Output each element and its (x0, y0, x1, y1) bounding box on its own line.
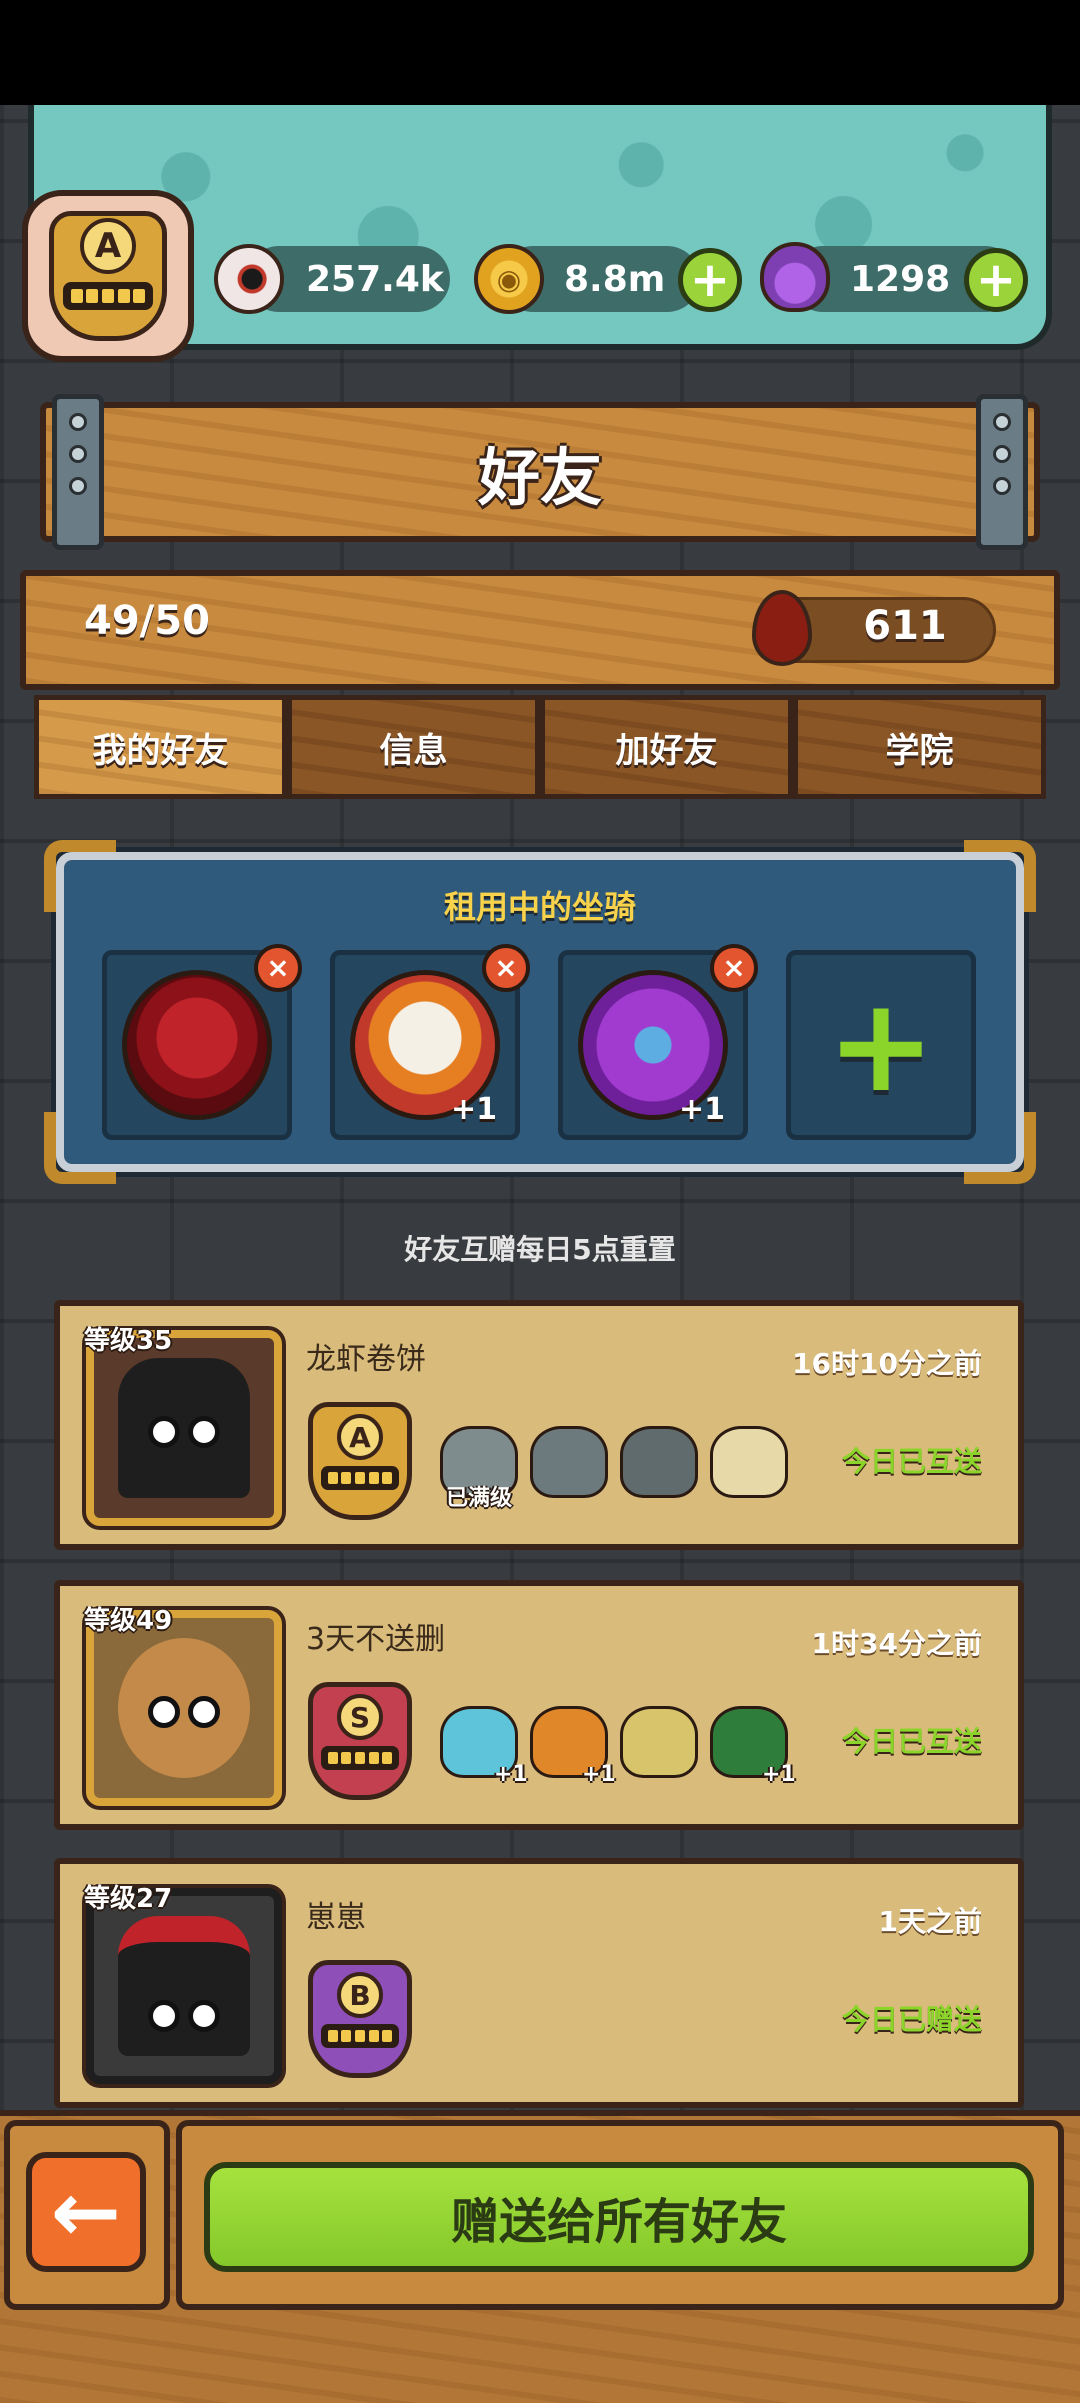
mount-level-bonus: +1 (450, 1092, 497, 1127)
friend-card[interactable]: 等级49 3天不送删 1时34分之前 S +1 +1 +1 今日已互送 (54, 1580, 1024, 1830)
page-title: 好友 (477, 441, 602, 514)
daily-reset-note: 好友互赠每日5点重置 (404, 1233, 676, 1266)
gift-all-friends-button[interactable]: 赠送给所有好友 (204, 2162, 1034, 2272)
mount-level-bonus: +1 (678, 1092, 725, 1127)
friend-tabs: 我的好友 信息 加好友 学院 (34, 695, 1046, 799)
add-potions-button[interactable]: + (964, 248, 1028, 312)
friend-last-online: 1时34分之前 (811, 1627, 982, 1660)
rose-mount-icon (122, 970, 272, 1120)
add-rented-mount-slot[interactable]: + (786, 950, 976, 1140)
friend-rank-badge: B (308, 1960, 412, 2078)
friend-rank-letter: S (337, 1694, 383, 1740)
tab-academy[interactable]: 学院 (793, 695, 1046, 799)
rank-badge: A (49, 211, 167, 341)
friend-rank-letter: A (337, 1414, 383, 1460)
friend-count: 49/50 (84, 598, 210, 644)
rank-letter: A (80, 218, 136, 274)
remove-mount-2-button[interactable]: × (482, 944, 530, 992)
title-plank: 好友 (40, 402, 1040, 542)
gift-status: 今日已互送 (841, 1725, 982, 1758)
friend-rank-letter: B (337, 1972, 383, 2018)
balloon-mount-icon (620, 1706, 698, 1778)
tab-messages[interactable]: 信息 (287, 695, 540, 799)
friend-name: 3天不送删 (306, 1622, 446, 1657)
player-rank-avatar[interactable]: A (22, 190, 194, 362)
mount-level-bonus: +1 (494, 1762, 528, 1787)
remove-mount-3-button[interactable]: × (710, 944, 758, 992)
mount-max-level-label: 已满级 (446, 1486, 513, 1511)
friend-level: 等级49 (84, 1606, 173, 1636)
tab-add-friend[interactable]: 加好友 (540, 695, 793, 799)
coin-resource-value: 8.8m (564, 258, 666, 300)
cloud-mount-icon (710, 1426, 788, 1498)
friend-avatar[interactable] (86, 1610, 282, 1806)
plus-icon: + (826, 969, 936, 1121)
friend-level: 等级27 (84, 1884, 173, 1914)
diving-suit-mount-icon (530, 1426, 608, 1498)
gift-status: 今日已赠送 (841, 2003, 982, 2036)
friend-card[interactable]: 等级27 崽崽 1天之前 B 今日已赠送 (54, 1858, 1024, 2108)
black-monster-avatar-icon (118, 1916, 250, 2056)
gift-status: 今日已互送 (841, 1445, 982, 1478)
add-coins-button[interactable]: + (678, 248, 742, 312)
rented-mounts-title: 租用中的坐骑 (443, 888, 636, 926)
tiger-mask-avatar-icon (118, 1638, 250, 1778)
eye-resource-value: 257.4k (306, 258, 444, 300)
friend-avatar[interactable] (86, 1330, 282, 1526)
potion-icon (760, 242, 830, 312)
friend-level: 等级35 (84, 1326, 173, 1356)
friend-card[interactable]: 等级35 龙虾卷饼 16时10分之前 A 已满级 今日已互送 (54, 1300, 1024, 1550)
remove-mount-1-button[interactable]: × (254, 944, 302, 992)
blood-resource-value: 611 (863, 603, 947, 649)
friend-last-online: 16时10分之前 (792, 1347, 982, 1380)
back-button[interactable]: ← (26, 2152, 146, 2272)
left-metal-clamp (52, 394, 104, 550)
back-arrow-icon: ← (50, 2163, 122, 2261)
eyeball-icon (214, 244, 284, 314)
mount-level-bonus: +1 (762, 1762, 796, 1787)
friend-avatar[interactable] (86, 1888, 282, 2084)
monster-face-avatar-icon (118, 1358, 250, 1498)
friend-name: 崽崽 (306, 1900, 366, 1935)
rank-progress-bars (63, 282, 153, 310)
status-bar-area (0, 0, 1080, 105)
friend-name: 龙虾卷饼 (306, 1342, 426, 1377)
friend-last-online: 1天之前 (878, 1905, 982, 1938)
right-metal-clamp (976, 394, 1028, 550)
coin-icon: ◉ (474, 244, 544, 314)
mount-level-bonus: +1 (582, 1762, 616, 1787)
tab-my-friends[interactable]: 我的好友 (34, 695, 287, 799)
friend-rank-badge: S (308, 1682, 412, 1800)
helicopter-mount-icon (620, 1426, 698, 1498)
potion-resource-value: 1298 (850, 258, 951, 300)
friend-rank-badge: A (308, 1402, 412, 1520)
